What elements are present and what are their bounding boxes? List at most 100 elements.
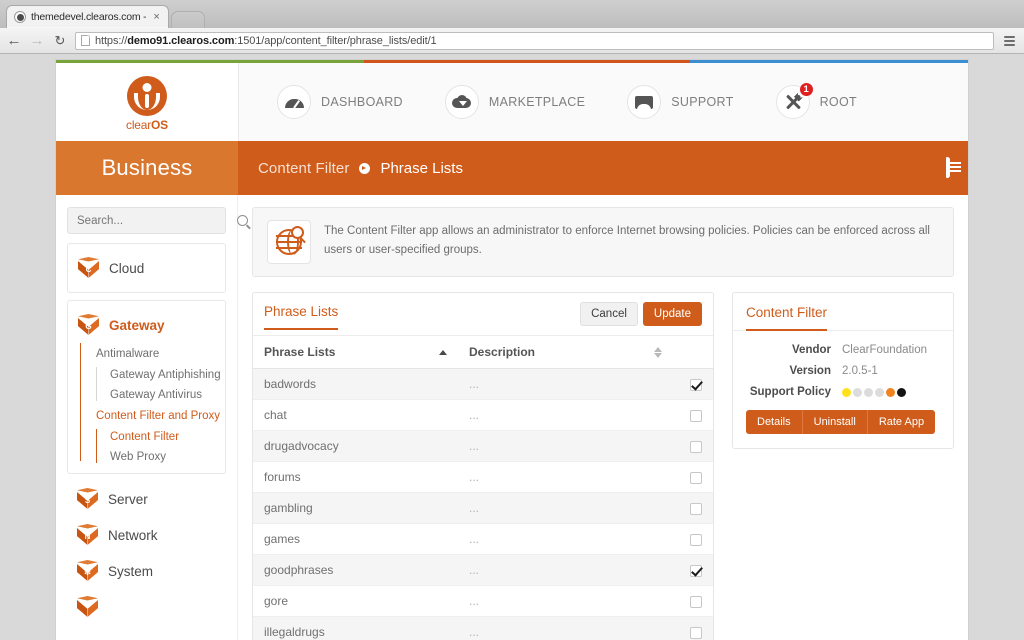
cell-name: illegaldrugs bbox=[253, 616, 458, 640]
sidebar-item-content-filter[interactable]: Content Filter bbox=[100, 427, 225, 447]
forward-icon[interactable]: → bbox=[29, 33, 45, 49]
app-action-buttons: Details Uninstall Rate App bbox=[746, 410, 936, 434]
cell-name: games bbox=[253, 523, 458, 555]
cloud-download-icon bbox=[444, 85, 479, 119]
row-checkbox[interactable] bbox=[690, 533, 702, 546]
table-head: Phrase Lists Description bbox=[253, 335, 713, 369]
sidebar-item-web-proxy[interactable]: Web Proxy bbox=[100, 447, 225, 467]
sidebar-item-gateway-antiphishing[interactable]: Gateway Antiphishing bbox=[100, 365, 225, 385]
cell-name: drugadvocacy bbox=[253, 430, 458, 462]
table-row[interactable]: forums ... bbox=[253, 461, 713, 493]
browser-tabstrip: themedevel.clearos.com - × bbox=[0, 0, 1024, 28]
cell-description: ... bbox=[458, 523, 673, 555]
cell-checkbox bbox=[673, 399, 713, 431]
logo-wordmark: clearOS bbox=[126, 117, 168, 132]
app-meta-rows: Vendor ClearFoundation Version 2.0.5-1 S… bbox=[733, 331, 953, 398]
column-header-description[interactable]: Description bbox=[458, 335, 673, 369]
details-button[interactable]: Details bbox=[746, 410, 803, 434]
table-row[interactable]: badwords ... bbox=[253, 368, 713, 400]
phrase-lists-header: Phrase Lists Cancel Update bbox=[253, 293, 713, 335]
sidebar-group-cloud: C Cloud bbox=[67, 243, 226, 293]
sort-both-icon bbox=[646, 346, 662, 358]
column-header-phrase-lists[interactable]: Phrase Lists bbox=[253, 335, 458, 369]
row-checkbox[interactable] bbox=[690, 564, 702, 577]
sidebar-group-gateway: G Gateway Antimalware Gateway Antiphishi… bbox=[67, 300, 226, 474]
tab-title: themedevel.clearos.com - bbox=[31, 11, 147, 23]
clearos-logo-icon bbox=[127, 75, 167, 116]
sidebar-item-cloud[interactable]: C Cloud bbox=[68, 250, 225, 286]
cell-description: ... bbox=[458, 585, 673, 617]
url-bar[interactable]: https://demo91.clearos.com:1501/app/cont… bbox=[75, 31, 994, 50]
hamburger-menu-icon[interactable] bbox=[1001, 32, 1018, 49]
breadcrumb: Content Filter Phrase Lists bbox=[238, 141, 968, 195]
update-button[interactable]: Update bbox=[642, 302, 702, 326]
sidebar-subtree-content-filter: Content Filter Web Proxy bbox=[86, 427, 225, 467]
sidebar-item-partial[interactable] bbox=[67, 589, 226, 625]
cell-description: ... bbox=[458, 616, 673, 640]
top-navigation: DASHBOARD MARKETPLACE SUPPORT 1 ROOT bbox=[238, 63, 968, 141]
sidebar-item-antimalware[interactable]: Antimalware bbox=[86, 343, 225, 365]
main-content: The Content Filter app allows an adminis… bbox=[238, 195, 968, 640]
row-checkbox[interactable] bbox=[690, 471, 702, 484]
nav-item-marketplace[interactable]: MARKETPLACE bbox=[444, 85, 585, 119]
table-row[interactable]: gore ... bbox=[253, 585, 713, 617]
app-info-text: The Content Filter app allows an adminis… bbox=[324, 225, 930, 256]
sidebar-subtree-antimalware: Gateway Antiphishing Gateway Antivirus bbox=[86, 365, 225, 405]
table-row[interactable]: chat ... bbox=[253, 399, 713, 431]
sidebar-item-gateway-antivirus[interactable]: Gateway Antivirus bbox=[100, 385, 225, 405]
sidebar-item-server[interactable]: S Server bbox=[67, 481, 226, 517]
table-row[interactable]: goodphrases ... bbox=[253, 554, 713, 586]
row-checkbox[interactable] bbox=[690, 595, 702, 608]
vendor-value: ClearFoundation bbox=[842, 344, 928, 356]
row-checkbox[interactable] bbox=[690, 378, 702, 391]
back-icon[interactable]: ← bbox=[6, 33, 22, 49]
reload-icon[interactable]: ↻ bbox=[52, 33, 68, 49]
notification-badge: 1 bbox=[798, 82, 814, 97]
cell-checkbox bbox=[673, 554, 713, 586]
uninstall-button[interactable]: Uninstall bbox=[802, 410, 868, 434]
row-checkbox[interactable] bbox=[690, 409, 702, 422]
table-row[interactable]: drugadvocacy ... bbox=[253, 430, 713, 462]
policy-dot bbox=[853, 387, 862, 397]
row-checkbox[interactable] bbox=[690, 502, 702, 515]
cancel-button[interactable]: Cancel bbox=[580, 302, 638, 326]
sidebar-group-rest: S Server N Network ✻ System bbox=[67, 481, 226, 625]
edition-banner: Business Content Filter Phrase Lists bbox=[56, 141, 968, 195]
sidebar-item-network[interactable]: N Network bbox=[67, 517, 226, 553]
panel-actions: Cancel Update bbox=[580, 302, 702, 326]
sidebar-item-content-filter-and-proxy[interactable]: Content Filter and Proxy bbox=[86, 405, 225, 427]
table-row[interactable]: illegaldrugs ... bbox=[253, 616, 713, 640]
row-checkbox[interactable] bbox=[690, 440, 702, 453]
app-info-banner: The Content Filter app allows an adminis… bbox=[252, 207, 954, 277]
app-details-panel: Content Filter Vendor ClearFoundation Ve… bbox=[732, 292, 954, 449]
table-body: badwords ... chat ... drugadvocacy ... f… bbox=[253, 368, 713, 640]
browser-tab[interactable]: themedevel.clearos.com - × bbox=[6, 5, 169, 28]
app-header: clearOS DASHBOARD MARKETPLACE SUPPORT 1 … bbox=[56, 63, 968, 141]
app-meta-support-policy: Support Policy bbox=[746, 386, 940, 398]
tools-icon: 1 bbox=[775, 82, 814, 119]
cube-icon: S bbox=[77, 488, 98, 510]
browser-window: themedevel.clearos.com - × ← → ↻ https:/… bbox=[0, 0, 1024, 640]
nav-item-support[interactable]: SUPPORT bbox=[627, 85, 733, 119]
version-label: Version bbox=[789, 365, 831, 377]
rate-app-button[interactable]: Rate App bbox=[867, 410, 936, 434]
sidebar-label-system: System bbox=[108, 563, 154, 579]
sidebar-item-gateway[interactable]: G Gateway bbox=[68, 307, 225, 343]
documentation-button[interactable] bbox=[946, 157, 950, 178]
close-icon[interactable]: × bbox=[151, 11, 161, 23]
table-row[interactable]: games ... bbox=[253, 523, 713, 555]
sidebar-search[interactable] bbox=[67, 207, 248, 234]
clearos-logo[interactable]: clearOS bbox=[56, 63, 238, 141]
table-row[interactable]: gambling ... bbox=[253, 492, 713, 524]
search-input[interactable] bbox=[77, 214, 231, 227]
nav-label-support: SUPPORT bbox=[671, 95, 734, 109]
row-checkbox[interactable] bbox=[690, 626, 702, 639]
nav-item-root[interactable]: 1 ROOT bbox=[775, 82, 857, 119]
cube-icon: G bbox=[78, 314, 99, 336]
sidebar-label-network: Network bbox=[108, 527, 158, 543]
sidebar-item-system[interactable]: ✻ System bbox=[67, 553, 226, 589]
breadcrumb-parent[interactable]: Content Filter bbox=[258, 160, 349, 177]
new-tab-button[interactable] bbox=[170, 11, 205, 28]
right-column: Content Filter Vendor ClearFoundation Ve… bbox=[732, 292, 954, 640]
nav-item-dashboard[interactable]: DASHBOARD bbox=[277, 85, 403, 119]
